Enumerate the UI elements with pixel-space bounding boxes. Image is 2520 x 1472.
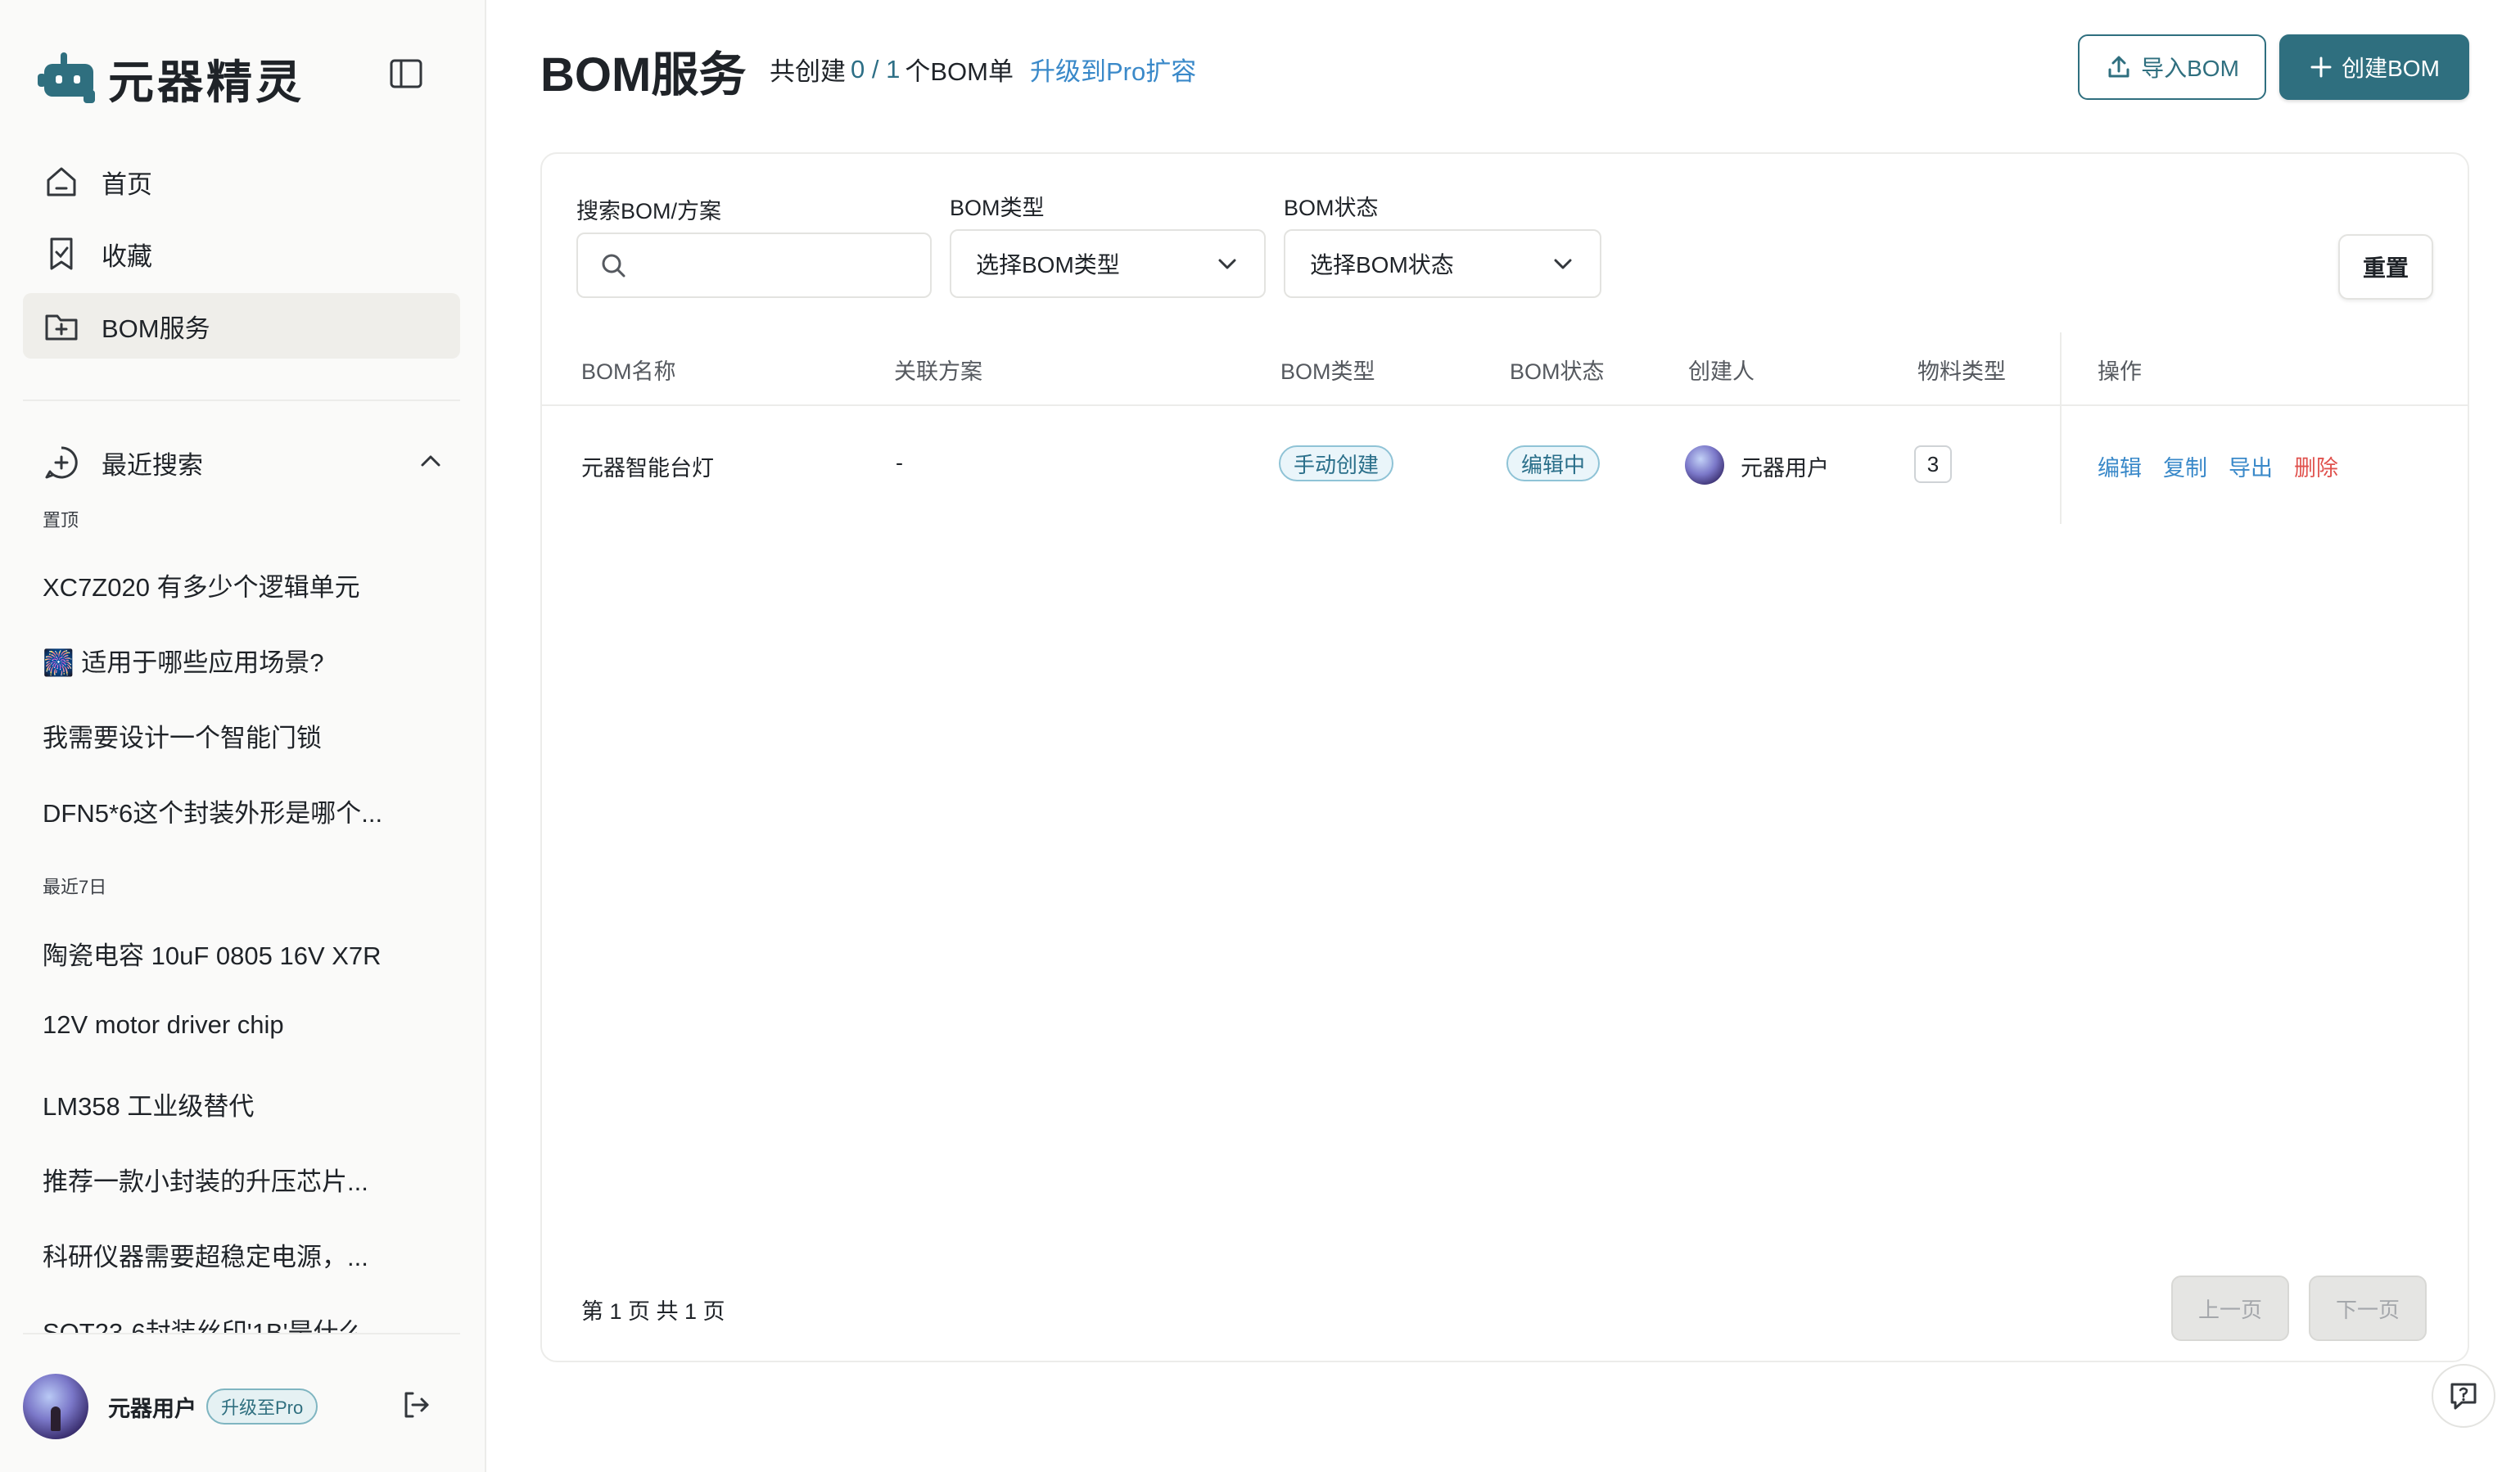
column-header: BOM类型 [1280, 359, 1375, 384]
nav-item-favorites[interactable]: 收藏 [23, 221, 460, 287]
search-input[interactable] [576, 233, 932, 298]
bom-quota-summary: 共创建 0 / 1 个BOM单 升级到Pro扩容 [770, 51, 1196, 88]
sidebar: 元器精灵 首页 收藏 BOM服务 最近搜索 置顶 XC7Z020 有多少个逻辑单… [0, 0, 486, 1472]
upload-icon [2108, 56, 2129, 78]
bom-type-label: BOM类型 [950, 196, 1045, 220]
export-link[interactable]: 导出 [2229, 450, 2273, 482]
column-header: 操作 [2098, 359, 2142, 384]
copy-link[interactable]: 复制 [2163, 450, 2207, 482]
bom-name-cell[interactable]: 元器智能台灯 [581, 450, 714, 482]
column-header: 关联方案 [894, 359, 982, 384]
summary-count: 0 / 1 [851, 54, 901, 84]
avatar[interactable] [23, 1374, 88, 1439]
chevron-up-icon[interactable] [418, 449, 444, 481]
sidebar-divider [23, 400, 460, 401]
summary-prefix: 共创建 [770, 57, 846, 86]
reset-button[interactable]: 重置 [2338, 234, 2433, 300]
create-bom-button[interactable]: 创建BOM [2279, 34, 2469, 100]
recent-item[interactable]: 我需要设计一个智能门锁 [43, 717, 411, 754]
column-header: BOM状态 [1510, 359, 1605, 384]
logout-icon[interactable] [400, 1388, 432, 1425]
nav-item-home[interactable]: 首页 [23, 149, 460, 214]
last-7-days-label: 最近7日 [43, 877, 107, 897]
search-label: 搜索BOM/方案 [576, 199, 722, 224]
solution-cell: - [896, 450, 903, 475]
recent-item[interactable]: DFN5*6这个封装外形是哪个... [43, 792, 411, 829]
prev-page-button[interactable]: 上一页 [2171, 1276, 2289, 1341]
sticky-column-divider [2060, 332, 2062, 524]
bom-type-value: 选择BOM类型 [976, 252, 1120, 278]
avatar [1685, 445, 1724, 485]
creator-cell: 元器用户 [1741, 456, 1829, 481]
chevron-down-icon [1218, 259, 1236, 269]
column-header: BOM名称 [581, 359, 676, 384]
sidebar-divider [23, 1333, 460, 1334]
recent-item[interactable]: LM358 工业级替代 [43, 1086, 411, 1122]
pagination-info: 第 1 页 共 1 页 [581, 1299, 725, 1324]
delete-link[interactable]: 删除 [2294, 450, 2338, 482]
chevron-down-icon [1554, 259, 1572, 269]
recent-item[interactable]: 推荐一款小封装的升压芯片... [43, 1161, 411, 1198]
nav-item-label: 首页 [102, 169, 152, 199]
column-header: 物料类型 [1917, 359, 2006, 384]
table-header-divider [542, 404, 2468, 406]
bookmark-icon [43, 235, 80, 273]
import-bom-button[interactable]: 导入BOM [2078, 34, 2266, 100]
nav-item-label: BOM服务 [102, 314, 210, 343]
upgrade-pro-link[interactable]: 升级到Pro扩容 [1030, 51, 1196, 88]
main-nav: 首页 收藏 BOM服务 [23, 149, 460, 365]
brand-logo[interactable]: 元器精灵 [36, 46, 305, 112]
robot-logo-icon [36, 52, 100, 106]
bom-status-value: 选择BOM状态 [1310, 252, 1454, 278]
recent-search-title: 最近搜索 [102, 450, 203, 480]
plus-icon [2310, 56, 2332, 78]
nav-item-label: 收藏 [102, 242, 152, 271]
create-bom-label: 创建BOM [2342, 56, 2440, 81]
edit-link[interactable]: 编辑 [2098, 450, 2142, 482]
chat-add-icon [43, 444, 80, 481]
sidebar-panel-icon [390, 59, 422, 88]
help-button[interactable] [2432, 1364, 2495, 1428]
recent-item[interactable]: 科研仪器需要超稳定电源，... [43, 1236, 411, 1273]
status-badge: 编辑中 [1506, 445, 1601, 481]
bom-type-tag: 手动创建 [1279, 445, 1394, 481]
search-icon [602, 254, 625, 278]
page-title: BOM服务 [540, 48, 747, 102]
recent-item[interactable]: SOT23-6封装丝印'1B'是什么 [43, 1312, 411, 1333]
summary-suffix: 个BOM单 [905, 57, 1014, 86]
home-icon [43, 163, 80, 201]
folder-plus-icon [43, 307, 80, 345]
main-content: BOM服务 共创建 0 / 1 个BOM单 升级到Pro扩容 导入BOM 创建B… [486, 0, 2520, 1472]
help-chat-icon [2450, 1383, 2477, 1410]
recent-search-header[interactable]: 最近搜索 [43, 442, 444, 483]
user-name: 元器用户 [108, 1396, 196, 1421]
recent-item[interactable]: 陶瓷电容 10uF 0805 16V X7R [43, 935, 411, 972]
import-bom-label: 导入BOM [2141, 56, 2239, 81]
material-count: 3 [1914, 445, 1952, 483]
recent-item[interactable]: XC7Z020 有多少个逻辑单元 [43, 567, 411, 603]
nav-item-bom-service[interactable]: BOM服务 [23, 293, 460, 359]
recent-item[interactable]: 🎆 适用于哪些应用场景? [43, 642, 411, 679]
brand-name: 元器精灵 [108, 56, 305, 108]
bom-type-select[interactable]: 选择BOM类型 [950, 229, 1266, 298]
sidebar-toggle-button[interactable] [388, 56, 424, 92]
user-profile: 元器用户 升级至Pro [23, 1372, 460, 1441]
column-header: 创建人 [1688, 359, 1755, 384]
bom-status-label: BOM状态 [1284, 196, 1379, 220]
bom-list-card: 搜索BOM/方案 BOM类型 选择BOM类型 BOM状态 选择BOM状态 重置 … [540, 152, 2469, 1362]
pinned-label: 置顶 [43, 510, 79, 531]
bom-status-select[interactable]: 选择BOM状态 [1284, 229, 1601, 298]
upgrade-pro-badge[interactable]: 升级至Pro [206, 1388, 318, 1425]
next-page-button[interactable]: 下一页 [2309, 1276, 2427, 1341]
recent-item[interactable]: 12V motor driver chip [43, 1010, 411, 1040]
